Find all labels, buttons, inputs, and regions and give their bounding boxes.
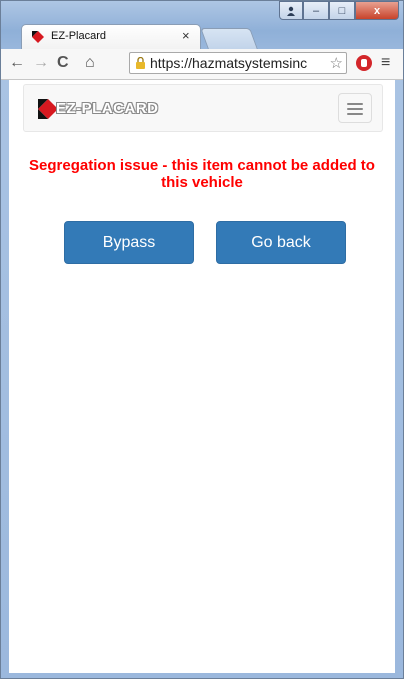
browser-tab[interactable]: EZ-Placard × (21, 24, 201, 49)
ez-placard-favicon-icon (32, 31, 44, 43)
forward-arrow-icon[interactable]: → (33, 54, 49, 72)
browser-menu-icon[interactable]: ≡ (381, 54, 390, 72)
browser-toolbar: ← → C ⌂ https://hazmatsystemsinc ☆ ≡ (1, 49, 403, 80)
new-tab-button[interactable] (200, 28, 258, 49)
home-icon[interactable]: ⌂ (85, 54, 95, 72)
segregation-error-message: Segregation issue - this item cannot be … (29, 157, 375, 191)
window-controls: – □ x (279, 1, 399, 22)
back-arrow-icon[interactable]: ← (9, 54, 25, 72)
lock-warning-icon (136, 57, 145, 69)
extension-icon[interactable] (356, 55, 372, 71)
tab-title: EZ-Placard (51, 30, 107, 42)
user-icon[interactable] (279, 1, 303, 20)
close-window-button[interactable]: x (355, 1, 399, 20)
bypass-button[interactable]: Bypass (64, 221, 194, 264)
tab-close-icon[interactable]: × (182, 28, 190, 43)
browser-window: EZ-Placard × – □ x ← → C ⌂ https://hazma… (0, 0, 404, 679)
ez-placard-logo-icon[interactable] (38, 99, 58, 119)
address-bar[interactable]: https://hazmatsystemsinc ☆ (129, 52, 347, 74)
bookmark-star-icon[interactable]: ☆ (327, 54, 343, 72)
site-navbar: EZ-PLACARD (23, 84, 383, 132)
page-viewport: EZ-PLACARD Segregation issue - this item… (9, 80, 395, 673)
tab-strip: EZ-Placard × – □ x (1, 1, 404, 49)
reload-icon[interactable]: C (57, 54, 69, 72)
hamburger-icon (347, 103, 363, 105)
maximize-button[interactable]: □ (329, 1, 355, 20)
minimize-button[interactable]: – (303, 1, 329, 20)
brand-logo-text[interactable]: EZ-PLACARD (56, 100, 159, 117)
navbar-toggle-button[interactable] (338, 93, 372, 123)
url-text[interactable]: https://hazmatsystemsinc (150, 55, 307, 71)
go-back-button[interactable]: Go back (216, 221, 346, 264)
